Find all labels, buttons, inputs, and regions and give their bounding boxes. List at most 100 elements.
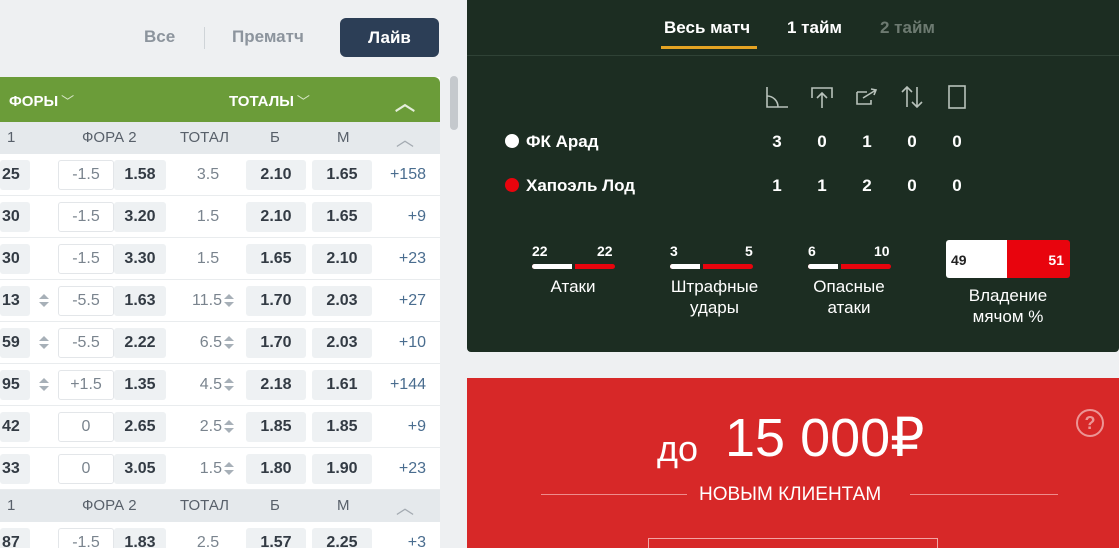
more-markets-link[interactable]: +27 (374, 286, 426, 316)
odd-cell[interactable]: 1.57 (246, 528, 306, 548)
collapse-chevron-up-icon[interactable]: ︿ (396, 126, 414, 152)
table-row: 95 +1.5 1.35 4.5 2.18 1.61 +144 (0, 364, 440, 406)
away-stat: 1 (772, 176, 782, 195)
more-markets-link[interactable]: +10 (374, 328, 426, 358)
filter-divider (204, 27, 205, 49)
filter-prematch-tab[interactable]: Прематч (232, 27, 304, 47)
table-row: 25 -1.5 1.58 3.5 2.10 1.65 +158 (0, 154, 440, 196)
odd-cell[interactable]: 30 (0, 244, 30, 274)
handicap-value: -5.5 (58, 286, 114, 316)
home-stat: 1 (862, 132, 872, 151)
odd-cell[interactable]: 1.90 (312, 454, 372, 484)
total-value: 3.5 (196, 166, 220, 183)
odd-cell[interactable]: 1.80 (246, 454, 306, 484)
odd-cell[interactable]: 42 (0, 412, 30, 442)
totals-dropdown[interactable]: ТОТАЛЫ ﹀ (229, 91, 310, 110)
scrollbar-thumb[interactable] (450, 76, 458, 130)
table-row: 42 0 2.65 2.5 1.85 1.85 +9 (0, 406, 440, 448)
total-value: 4.5 (199, 376, 222, 393)
tab-first-half[interactable]: 1 тайм (787, 18, 842, 38)
handicap-value: -1.5 (58, 244, 114, 274)
possession-label: Владение мячом % (968, 286, 1048, 326)
table-row: 13 -5.5 1.63 11.5 1.70 2.03 +27 (0, 280, 440, 322)
more-markets-link[interactable]: +9 (374, 202, 426, 232)
more-markets-link[interactable]: +23 (374, 454, 426, 484)
handicaps-label: ФОРЫ (9, 93, 59, 110)
odd-cell[interactable]: 2.25 (312, 528, 372, 548)
more-markets-link[interactable]: +144 (374, 370, 426, 400)
handicap-value: -5.5 (58, 328, 114, 358)
odd-cell[interactable]: 2.22 (114, 328, 166, 358)
odd-cell[interactable]: 2.18 (246, 370, 306, 400)
odd-change-arrows-icon (38, 336, 49, 350)
col-header-under: М (337, 497, 350, 514)
odd-cell[interactable]: 87 (0, 528, 30, 548)
column-header-row: 1 ФОРА 2 ТОТАЛ Б М ︿ (0, 122, 440, 154)
total-value: 1.5 (196, 208, 220, 225)
odd-cell[interactable]: 59 (0, 328, 30, 358)
odd-cell[interactable]: 1.85 (312, 412, 372, 442)
market-group-header: ФОРЫ ﹀ ТОТАЛЫ ﹀ ︿ (0, 77, 440, 122)
odd-cell[interactable]: 3.05 (114, 454, 166, 484)
more-markets-link[interactable]: +3 (374, 528, 426, 548)
filter-live-button[interactable]: Лайв (340, 18, 439, 57)
promo-banner[interactable]: ? до 15 000₽ НОВЫМ КЛИЕНТАМ (467, 378, 1119, 548)
odd-cell[interactable]: 2.03 (312, 328, 372, 358)
table-row: 33 0 3.05 1.5 1.80 1.90 +23 (0, 448, 440, 490)
odd-cell[interactable]: 3.20 (114, 202, 166, 232)
attacks-home-value: 22 (532, 243, 548, 259)
odd-cell[interactable]: 1.35 (114, 370, 166, 400)
away-stat: 0 (907, 176, 917, 195)
odd-cell[interactable]: 1.70 (246, 328, 306, 358)
odd-cell[interactable]: 2.10 (312, 244, 372, 274)
substitution-icon (901, 85, 923, 109)
column-header-row: 1 ФОРА 2 ТОТАЛ Б М ︿ (0, 490, 440, 522)
odd-cell[interactable]: 3.30 (114, 244, 166, 274)
more-markets-link[interactable]: +158 (374, 160, 426, 190)
odd-cell[interactable]: 1.65 (312, 160, 372, 190)
odd-cell[interactable]: 2.03 (312, 286, 372, 316)
tab-full-match[interactable]: Весь матч (664, 18, 750, 38)
odd-cell[interactable]: 1.63 (114, 286, 166, 316)
promo-divider (541, 494, 687, 495)
dangerous-away-value: 10 (874, 243, 890, 259)
odd-cell[interactable]: 1.61 (312, 370, 372, 400)
more-markets-link[interactable]: +9 (374, 412, 426, 442)
odd-cell[interactable]: 1.70 (246, 286, 306, 316)
filter-all-tab[interactable]: Все (144, 27, 175, 47)
promo-subtitle: НОВЫМ КЛИЕНТАМ (699, 484, 882, 505)
odd-cell[interactable]: 25 (0, 160, 30, 190)
odd-cell[interactable]: 1.65 (312, 202, 372, 232)
col-header-hcp2: ФОРА 2 (82, 129, 137, 146)
free-kick-icon (856, 88, 878, 105)
collapse-chevron-up-icon[interactable]: ︿ (396, 494, 414, 520)
odd-change-arrows-icon (224, 336, 235, 350)
odd-cell[interactable]: 2.65 (114, 412, 166, 442)
total-value: 1.5 (199, 460, 222, 477)
home-team-color-dot (505, 134, 519, 148)
more-markets-link[interactable]: +23 (374, 244, 426, 274)
team-home: ФК Арад (505, 132, 599, 152)
totals-label: ТОТАЛЫ (229, 93, 294, 110)
handicaps-dropdown[interactable]: ФОРЫ ﹀ (9, 91, 74, 110)
active-tab-underline (661, 46, 757, 49)
odd-cell[interactable]: 2.10 (246, 160, 306, 190)
handicap-value: 0 (58, 412, 114, 442)
home-stat: 0 (907, 132, 917, 151)
odd-cell[interactable]: 1.83 (114, 528, 166, 548)
odd-cell[interactable]: 1.58 (114, 160, 166, 190)
odd-cell[interactable]: 95 (0, 370, 30, 400)
odd-cell[interactable]: 2.10 (246, 202, 306, 232)
promo-input-frame[interactable] (648, 538, 938, 548)
odd-cell[interactable]: 33 (0, 454, 30, 484)
odd-cell[interactable]: 13 (0, 286, 30, 316)
away-stat: 1 (817, 176, 827, 195)
odd-cell[interactable]: 1.85 (246, 412, 306, 442)
odd-cell[interactable]: 1.65 (246, 244, 306, 274)
odd-cell[interactable]: 30 (0, 202, 30, 232)
tab-second-half[interactable]: 2 тайм (880, 18, 935, 38)
help-icon[interactable]: ? (1076, 409, 1104, 437)
table-row: 59 -5.5 2.22 6.5 1.70 2.03 +10 (0, 322, 440, 364)
total-value: 11.5 (192, 292, 222, 309)
collapse-chevron-up-icon[interactable]: ︿ (395, 87, 415, 116)
